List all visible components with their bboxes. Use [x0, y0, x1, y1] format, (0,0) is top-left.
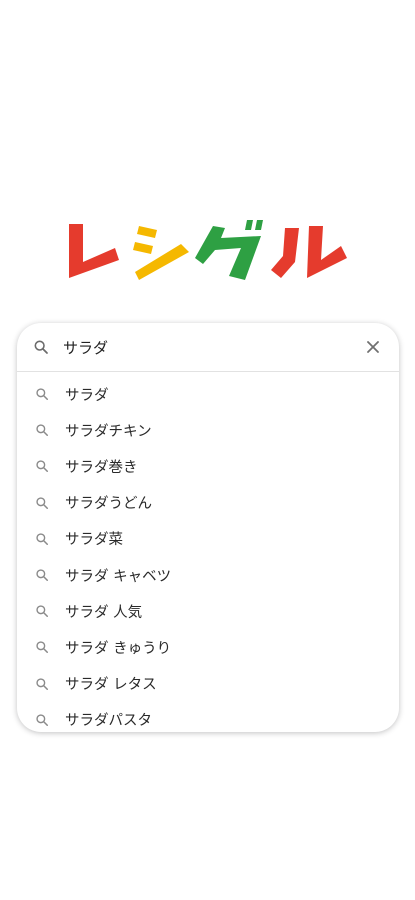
suggestion-item[interactable]: サラダ 人気	[17, 593, 399, 629]
search-icon	[36, 424, 49, 437]
suggestion-item[interactable]: サラダ きゅうり	[17, 629, 399, 665]
suggestion-item[interactable]: サラダ	[17, 376, 399, 412]
search-icon	[36, 714, 49, 726]
suggestion-label: サラダ巻き	[65, 459, 138, 476]
search-bar	[17, 323, 399, 372]
suggestion-item[interactable]: サラダ キャベツ	[17, 557, 399, 593]
search-icon	[34, 340, 48, 354]
suggestion-label: サラダ レタス	[65, 677, 157, 694]
close-icon	[367, 341, 379, 353]
search-icon	[36, 533, 49, 545]
search-input[interactable]	[63, 332, 353, 362]
suggestion-label: サラダ キャベツ	[65, 568, 172, 585]
search-box: サラダ サラダチキン サラダ巻き サラダうどん サラダ菜 サラダ キャベツ サラ…	[17, 323, 399, 732]
search-icon	[36, 460, 49, 473]
suggestion-item[interactable]: サラダ菜	[17, 521, 399, 557]
suggestion-item[interactable]: サラダチキン	[17, 412, 399, 448]
search-icon	[36, 641, 49, 654]
suggestion-item[interactable]: サラダ レタス	[17, 666, 399, 702]
search-icon	[36, 388, 49, 401]
suggestion-label: サラダうどん	[65, 496, 152, 513]
search-icon	[36, 605, 49, 618]
suggestion-label: サラダチキン	[65, 423, 152, 440]
app-logo	[0, 214, 415, 284]
suggestion-label: サラダパスタ	[65, 713, 152, 730]
suggestion-item[interactable]: サラダうどん	[17, 485, 399, 521]
suggestion-item[interactable]: サラダパスタ	[17, 702, 399, 738]
logo-wordmark	[68, 220, 347, 280]
clear-button[interactable]	[353, 327, 393, 367]
suggestion-item[interactable]: サラダ巻き	[17, 448, 399, 484]
suggestion-label: サラダ菜	[65, 532, 123, 549]
search-icon	[36, 677, 49, 690]
suggestion-label: サラダ 人気	[65, 604, 143, 621]
search-icon	[36, 569, 49, 582]
suggestion-list: サラダ サラダチキン サラダ巻き サラダうどん サラダ菜 サラダ キャベツ サラ…	[17, 372, 399, 738]
suggestion-label: サラダ	[65, 387, 109, 404]
suggestion-label: サラダ きゅうり	[65, 640, 172, 657]
search-icon	[36, 496, 49, 509]
